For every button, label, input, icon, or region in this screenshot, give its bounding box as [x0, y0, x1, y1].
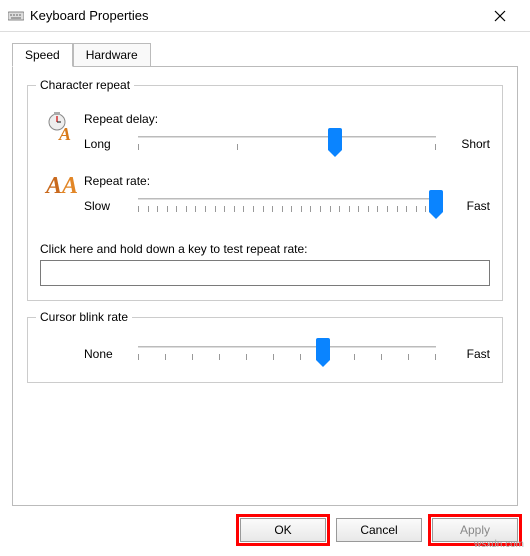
row-cursor-blink: None Fast [40, 340, 490, 368]
window-title: Keyboard Properties [30, 8, 149, 23]
cursor-blink-fast-label: Fast [446, 347, 490, 361]
repeat-delay-label: Repeat delay: [84, 112, 490, 126]
close-button[interactable] [478, 1, 522, 31]
repeat-rate-slider[interactable] [138, 192, 436, 220]
group-cursor-blink: Cursor blink rate None Fast [27, 317, 503, 383]
tab-strip: Speed Hardware [12, 43, 518, 67]
test-repeat-input[interactable] [40, 260, 490, 286]
tab-hardware[interactable]: Hardware [73, 43, 151, 67]
row-repeat-rate: AA Repeat rate: Slow Fast [40, 174, 490, 220]
watermark: wsxdn.com [474, 539, 524, 550]
tab-speed[interactable]: Speed [12, 43, 73, 67]
row-repeat-delay: A Repeat delay: Long Short [40, 112, 490, 158]
aa-icon: AA [40, 174, 84, 198]
test-repeat-label: Click here and hold down a key to test r… [40, 242, 490, 256]
repeat-rate-fast-label: Fast [446, 199, 490, 213]
clock-a-icon: A [40, 112, 84, 142]
group-character-repeat: Character repeat A Repeat delay: Long [27, 85, 503, 301]
repeat-delay-short-label: Short [446, 137, 490, 151]
title-bar: Keyboard Properties [0, 0, 530, 32]
dialog-buttons: OK Cancel Apply [0, 518, 530, 552]
repeat-rate-label: Repeat rate: [84, 174, 490, 188]
svg-text:A: A [58, 124, 71, 142]
repeat-rate-slow-label: Slow [84, 199, 128, 213]
keyboard-icon [8, 10, 24, 22]
ok-button[interactable]: OK [240, 518, 326, 542]
group-legend-cursor-blink: Cursor blink rate [36, 310, 132, 324]
cursor-blink-slider[interactable] [138, 340, 436, 368]
repeat-delay-long-label: Long [84, 137, 128, 151]
tab-panel-speed: Character repeat A Repeat delay: Long [12, 66, 518, 506]
repeat-delay-slider[interactable] [138, 130, 436, 158]
cancel-button[interactable]: Cancel [336, 518, 422, 542]
cursor-blink-none-label: None [84, 347, 128, 361]
group-legend-char-repeat: Character repeat [36, 78, 134, 92]
